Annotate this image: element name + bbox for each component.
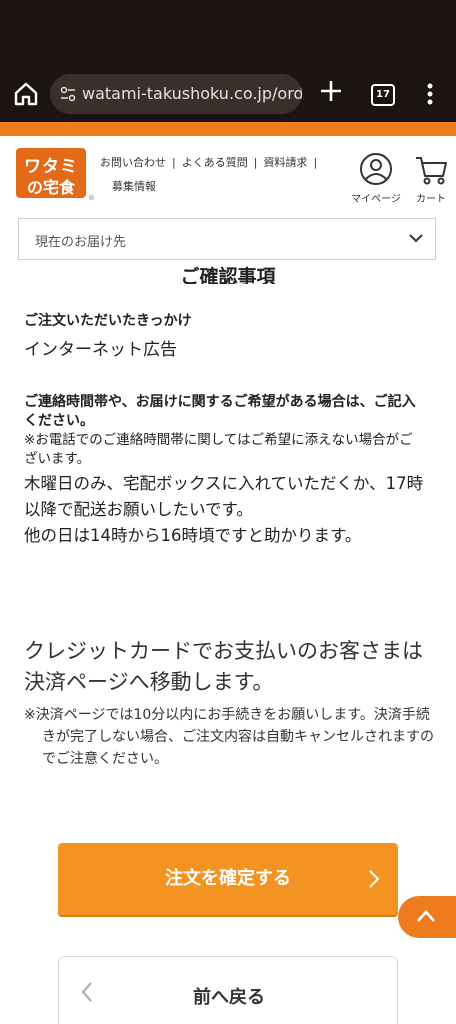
contact-request-note: ※お電話でのご連絡時間帯に関してはご希望に添えない場合がございます。	[24, 432, 413, 467]
mypage-button[interactable]: マイページ	[344, 152, 408, 205]
nav-separator: |	[172, 156, 176, 169]
nav-separator: |	[253, 156, 258, 169]
nav-brochure-link[interactable]: 資料請求	[263, 156, 307, 169]
chevron-down-icon	[409, 234, 423, 243]
browser-toolbar: watami-takushoku.co.jp/orde 17	[0, 0, 456, 122]
address-bar[interactable]: watami-takushoku.co.jp/orde	[50, 74, 302, 114]
chevron-right-icon	[369, 870, 380, 888]
logo-text-bottom: の宅食	[26, 178, 75, 197]
url-text: watami-takushoku.co.jp/orde	[82, 84, 302, 103]
back-label: 前へ戻る	[193, 987, 265, 1008]
nav-faq-link[interactable]: よくある質問	[182, 156, 248, 169]
scroll-to-top-button[interactable]	[398, 896, 456, 938]
cart-icon	[416, 157, 447, 185]
home-icon[interactable]	[12, 80, 40, 108]
chevron-up-icon	[417, 910, 435, 922]
registered-mark: ®	[88, 194, 95, 202]
cart-button[interactable]: カート	[410, 154, 452, 205]
contact-request-block: ご連絡時間帯や、お届けに関するご希望がある場合は、ご記入ください。 ※お電話での…	[24, 393, 424, 549]
contact-request-question: ご連絡時間帯や、お届けに関するご希望がある場合は、ご記入ください。	[24, 394, 416, 429]
order-reason-block: ご注文いただいたきっかけ インターネット広告	[24, 312, 436, 363]
order-reason-question: ご注文いただいたきっかけ	[24, 313, 192, 329]
site-logo[interactable]: ワタミ の宅食	[16, 148, 86, 198]
payment-note: ※決済ページでは10分以内にお手続きをお願いします。決済手続きが完了しない場合、…	[24, 707, 434, 767]
site-settings-icon[interactable]	[60, 86, 76, 102]
contact-request-answer-2: 他の日は14時から16時頃ですと助かります。	[24, 526, 362, 545]
payment-notice-block: クレジットカードでお支払いのお客さまは決済ページへ移動します。 ※決済ページでは…	[24, 636, 438, 770]
payment-notice: クレジットカードでお支払いのお客さまは決済ページへ移動します。	[24, 639, 423, 694]
cart-label: カート	[416, 194, 446, 205]
more-menu-icon[interactable]	[420, 80, 440, 108]
delivery-address-select[interactable]: 現在のお届け先	[18, 218, 436, 260]
user-icon	[360, 153, 392, 185]
back-button[interactable]: 前へ戻る	[58, 956, 398, 1024]
delivery-label: 現在のお届け先	[35, 235, 127, 250]
nav-recruit-link[interactable]: 募集情報	[112, 180, 156, 193]
brand-strip	[0, 122, 456, 136]
confirm-order-button[interactable]: 注文を確定する	[58, 843, 398, 915]
tab-switcher-button[interactable]: 17	[371, 84, 395, 106]
confirm-order-label: 注文を確定する	[165, 868, 291, 889]
nav-separator: |	[313, 156, 318, 169]
mypage-label: マイページ	[351, 194, 401, 205]
new-tab-button[interactable]	[318, 78, 344, 108]
nav-contact-link[interactable]: お問い合わせ	[100, 156, 166, 169]
order-reason-answer: インターネット広告	[24, 340, 177, 360]
contact-request-answer-1: 木曜日のみ、宅配ボックスに入れていただくか、17時以降で配送お願いしたいです。	[24, 474, 424, 519]
site-header: ワタミ の宅食 ® お問い合わせ | よくある質問 | 資料請求 | 募集情報 マイページ…	[0, 136, 456, 216]
section-title: ご確認事項	[180, 266, 276, 284]
